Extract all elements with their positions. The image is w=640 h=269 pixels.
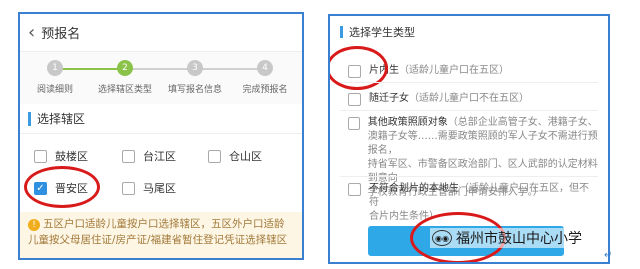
checkbox-icon[interactable] <box>34 149 47 163</box>
watermark: ◉◉ 福州市鼓山中心小学 <box>430 228 584 248</box>
checkbox-icon[interactable] <box>122 149 135 163</box>
left-screenshot-panel: ‹ 预报名 1 阅读细则 2 选择辖区类型 3 填写报名信息 4 完成预报名 选… <box>18 12 304 260</box>
step-1-label: 阅读细则 <box>36 85 73 95</box>
step-4-label: 完成预报名 <box>242 85 288 95</box>
back-arrow-icon[interactable]: ‹ <box>28 22 35 43</box>
district-option-mawei[interactable]: 马尾区 <box>122 180 176 196</box>
district-option-gulou[interactable]: 鼓楼区 <box>34 148 88 164</box>
divider <box>340 110 598 111</box>
step-2: 2 选择辖区类型 <box>90 60 160 95</box>
step-1: 1 阅读细则 <box>20 60 90 95</box>
option-note: （总部企业高管子女、港籍子女、 <box>447 117 598 128</box>
warning-icon: ! <box>28 219 40 231</box>
step-1-number: 1 <box>47 60 63 76</box>
step-4-number: 4 <box>257 60 273 76</box>
option-note-line-2: 澳籍子女等……需要政策照顾的军人子女不需进行预报名， <box>367 131 598 156</box>
district-option-cangshan[interactable]: 仓山区 <box>208 148 262 164</box>
checkbox-icon[interactable] <box>348 117 360 130</box>
watermark-text: 福州市鼓山中心小学 <box>456 231 582 247</box>
section-title-text: 选择辖区 <box>37 112 86 126</box>
return-mark-icon: ↵ <box>604 250 613 261</box>
district-label: 仓山区 <box>229 150 262 163</box>
divider <box>340 176 598 177</box>
notice-line-1: 五区户口适龄儿童按户口选择辖区，五区外户口适龄 <box>43 218 285 230</box>
option-note-line-3: 持省军区、市警备区政治部门、区人武部的认定材料到意向 <box>367 159 598 184</box>
step-3-label: 填写报名信息 <box>167 85 222 95</box>
wechat-logo-icon: ◉◉ <box>432 230 452 246</box>
checkbox-icon[interactable] <box>348 93 361 106</box>
top-bar: ‹ 预报名 <box>20 14 302 52</box>
section-title-district: 选择辖区 <box>20 104 302 134</box>
step-4: 4 完成预报名 <box>230 60 300 95</box>
step-3: 3 填写报名信息 <box>160 60 230 95</box>
notice-line-2: 儿童按父母居住证/房产证/福建省暂住登记凭证选择辖区 <box>28 234 288 246</box>
step-3-number: 3 <box>187 60 203 76</box>
option-label: 不符合划片的本地生 <box>368 183 459 194</box>
step-2-label: 选择辖区类型 <box>97 85 152 95</box>
option-note: （适龄儿童户口不在五区） <box>409 93 529 104</box>
right-screenshot-panel: 选择学生类型 片内生（适龄儿童户口在五区） 随迁子女（适龄儿童户口不在五区） 其… <box>328 14 610 264</box>
page-title: 预报名 <box>41 27 81 42</box>
option-label: 其他政策照顾对象 <box>367 117 448 128</box>
section-title-text: 选择学生类型 <box>349 26 415 39</box>
section-title-student-type: 选择学生类型 <box>330 16 608 48</box>
district-label: 鼓楼区 <box>55 150 88 163</box>
district-label: 台江区 <box>143 150 176 163</box>
checkbox-icon[interactable] <box>122 181 135 195</box>
section-accent-bar <box>28 111 31 126</box>
highlight-circle <box>24 166 100 208</box>
checkbox-icon[interactable] <box>348 183 361 196</box>
progress-steps: 1 阅读细则 2 选择辖区类型 3 填写报名信息 4 完成预报名 <box>20 52 302 104</box>
divider <box>340 82 598 83</box>
highlight-circle <box>330 46 388 90</box>
district-option-taijiang[interactable]: 台江区 <box>122 148 176 164</box>
section-accent-bar <box>340 26 343 38</box>
district-label: 马尾区 <box>143 182 176 195</box>
student-type-option-migrant[interactable]: 随迁子女（适龄儿童户口不在五区） <box>348 92 529 106</box>
district-notice: ! 五区户口适龄儿童按户口选择辖区，五区外户口适龄 儿童按父母居住证/房产证/福建… <box>20 212 302 258</box>
option-note: （适龄儿童户口在五区） <box>399 65 509 76</box>
step-2-number: 2 <box>117 60 133 76</box>
district-options: 鼓楼区 台江区 仓山区 ✓ 晋安区 马尾区 <box>20 134 302 212</box>
checkbox-icon[interactable] <box>208 149 221 163</box>
option-label: 随迁子女 <box>369 93 409 104</box>
